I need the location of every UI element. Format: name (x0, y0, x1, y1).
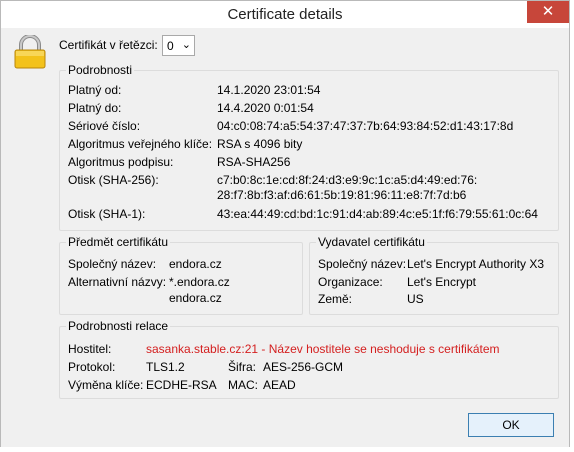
host-mismatch-warning: sasanka.stable.cz:21 - Název hostitele s… (146, 342, 500, 356)
issuer-country-label: Země: (318, 292, 353, 306)
host-label: Hostitel: (68, 342, 112, 356)
issuer-cn-value: Let's Encrypt Authority X3 (407, 257, 545, 271)
chain-label: Certifikát v řetězci: (59, 38, 158, 52)
mac-value: AEAD (263, 378, 296, 392)
details-legend: Podrobnosti (68, 63, 133, 77)
certificate-details-window: Certificate details ✕ Certifikát v řetěz… (0, 0, 570, 448)
valid-from-value: 14.1.2020 23:01:54 (217, 83, 321, 97)
title-bar: Certificate details ✕ (1, 1, 569, 28)
sha256-value-line1: c7:b0:8c:1e:cd:8f:24:d3:e9:9c:1c:a5:d4:4… (217, 173, 478, 187)
valid-to-label: Platný do: (68, 101, 122, 115)
subject-cn-value: endora.cz (169, 257, 222, 271)
issuer-cn-label: Společný název: (318, 257, 407, 271)
protocol-value: TLS1.2 (146, 360, 185, 374)
subject-alt-label: Alternativní názvy: (68, 275, 167, 289)
issuer-org-label: Organizace: (318, 275, 383, 289)
background-strip (0, 447, 574, 452)
serial-value: 04:c0:08:74:a5:54:37:47:37:7b:64:93:84:5… (217, 119, 514, 133)
lock-icon (14, 35, 46, 69)
session-legend: Podrobnosti relace (68, 319, 169, 333)
cipher-value: AES-256-GCM (263, 360, 344, 374)
subject-legend: Předmět certifikátu (68, 235, 169, 249)
subject-alt-value-1: *.endora.cz (169, 275, 230, 289)
window-title: Certificate details (227, 6, 343, 23)
protocol-label: Protokol: (68, 360, 116, 374)
sig-algo-value: RSA-SHA256 (217, 155, 291, 169)
issuer-country-value: US (407, 292, 424, 306)
valid-to-value: 14.4.2020 0:01:54 (217, 101, 314, 115)
close-button[interactable]: ✕ (527, 1, 569, 23)
serial-label: Sériové číslo: (68, 119, 141, 133)
cipher-label: Šifra: (228, 360, 257, 374)
pubkey-algo-label: Algoritmus veřejného klíče: (68, 137, 213, 151)
subject-cn-label: Společný název: (68, 257, 157, 271)
kex-label: Výměna klíče: (68, 378, 144, 392)
ok-button[interactable]: OK (468, 413, 554, 437)
subject-alt-value-2: endora.cz (169, 291, 222, 305)
sig-algo-label: Algoritmus podpisu: (68, 155, 174, 169)
sha1-label: Otisk (SHA-1): (68, 207, 146, 221)
kex-value: ECDHE-RSA (146, 378, 217, 392)
sha256-label: Otisk (SHA-256): (68, 173, 159, 187)
issuer-legend: Vydavatel certifikátu (318, 235, 425, 249)
valid-from-label: Platný od: (68, 83, 122, 97)
sha1-value: 43:ea:44:49:cd:bd:1c:91:d4:ab:89:4c:e5:1… (217, 207, 538, 221)
chevron-down-icon: ⌄ (181, 39, 191, 51)
sha256-value-line2: 28:f7:8b:f3:af:d6:61:5b:19:81:96:11:e8:7… (217, 188, 467, 202)
issuer-org-value: Let's Encrypt (407, 275, 476, 289)
pubkey-algo-value: RSA s 4096 bity (217, 137, 303, 151)
mac-label: MAC: (228, 378, 258, 392)
chain-selected-value: 0 (167, 39, 174, 53)
chain-dropdown[interactable]: 0 ⌄ (162, 35, 195, 56)
